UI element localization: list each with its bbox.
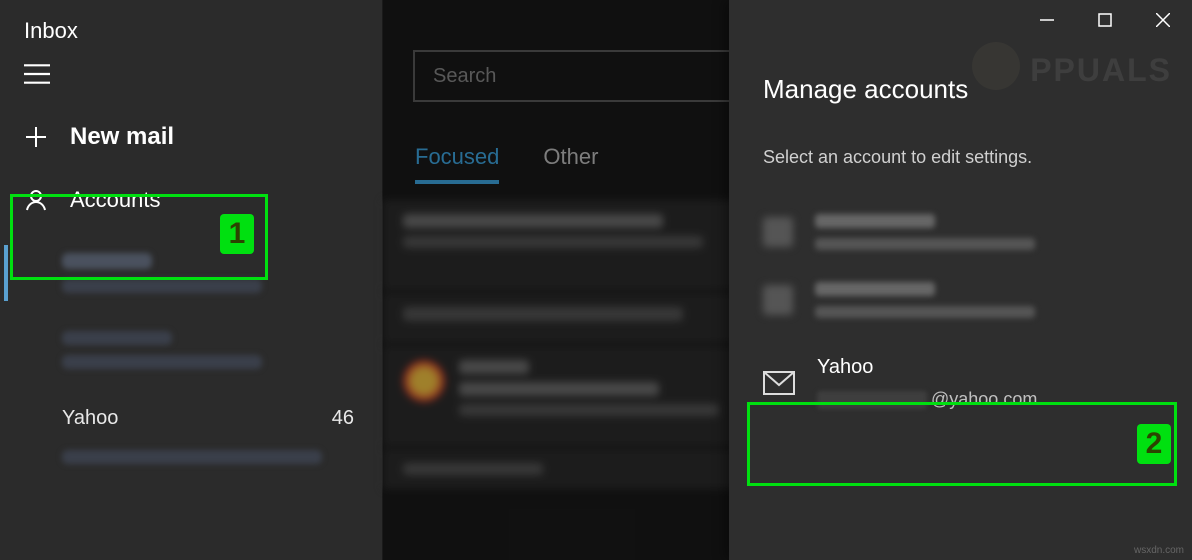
account-item[interactable] <box>729 266 1192 334</box>
redacted-text <box>403 463 543 475</box>
redacted-text <box>403 214 663 228</box>
hamburger-icon <box>24 64 50 84</box>
avatar <box>403 360 445 402</box>
account-item-yahoo[interactable]: Yahoo @yahoo.com <box>729 334 1192 438</box>
redacted-text <box>817 391 927 409</box>
redacted-text <box>62 279 262 293</box>
redacted-text <box>403 307 683 321</box>
mail-icon <box>763 371 795 395</box>
redacted-text <box>62 355 262 369</box>
person-icon <box>24 188 48 212</box>
manage-accounts-panel: PPUALS Manage accounts Select an account… <box>729 0 1192 560</box>
tab-focused[interactable]: Focused <box>415 144 499 184</box>
search-input[interactable]: Search <box>413 50 733 102</box>
maximize-icon <box>1098 13 1112 27</box>
sidebar-account-item[interactable] <box>62 245 382 301</box>
tab-other[interactable]: Other <box>543 144 598 180</box>
accounts-label: Accounts <box>70 187 161 213</box>
minimize-button[interactable] <box>1018 0 1076 40</box>
account-yahoo-email: @yahoo.com <box>817 389 1037 410</box>
plus-icon <box>24 125 48 149</box>
accounts-nav-item[interactable]: Accounts <box>0 169 382 231</box>
yahoo-count: 46 <box>332 407 354 430</box>
new-mail-button[interactable]: New mail <box>0 109 382 169</box>
panel-subtitle: Select an account to edit settings. <box>729 105 1192 168</box>
sidebar: Inbox New mail Accounts Yahoo 46 <box>0 0 383 560</box>
redacted-text <box>815 238 1035 250</box>
yahoo-domain: @yahoo.com <box>931 389 1037 410</box>
window-titlebar-controls <box>729 0 1192 40</box>
redacted-text <box>403 236 703 248</box>
sidebar-account-item[interactable] <box>62 323 382 377</box>
account-icon <box>763 217 793 247</box>
sidebar-title: Inbox <box>0 0 382 64</box>
hamburger-menu-button[interactable] <box>0 64 382 109</box>
sidebar-yahoo-item[interactable]: Yahoo 46 <box>0 377 382 440</box>
close-icon <box>1156 13 1170 27</box>
redacted-text <box>62 331 172 345</box>
maximize-button[interactable] <box>1076 0 1134 40</box>
redacted-text <box>815 306 1035 318</box>
redacted-text <box>815 214 935 228</box>
account-yahoo-name: Yahoo <box>817 356 1037 379</box>
redacted-text <box>459 382 659 396</box>
redacted-text <box>459 360 529 374</box>
manage-accounts-list: Yahoo @yahoo.com <box>729 168 1192 438</box>
panel-title: Manage accounts <box>729 40 1192 105</box>
account-icon <box>763 285 793 315</box>
new-mail-label: New mail <box>70 123 174 151</box>
search-placeholder: Search <box>433 65 496 88</box>
account-item[interactable] <box>729 198 1192 266</box>
mail-app-window: Inbox New mail Accounts Yahoo 46 <box>0 0 1192 560</box>
redacted-text <box>62 253 152 269</box>
yahoo-label: Yahoo <box>62 407 118 430</box>
redacted-text <box>62 450 322 464</box>
sidebar-account-list <box>0 231 382 377</box>
redacted-text <box>459 404 719 416</box>
close-button[interactable] <box>1134 0 1192 40</box>
minimize-icon <box>1040 13 1054 27</box>
redacted-text <box>815 282 935 296</box>
